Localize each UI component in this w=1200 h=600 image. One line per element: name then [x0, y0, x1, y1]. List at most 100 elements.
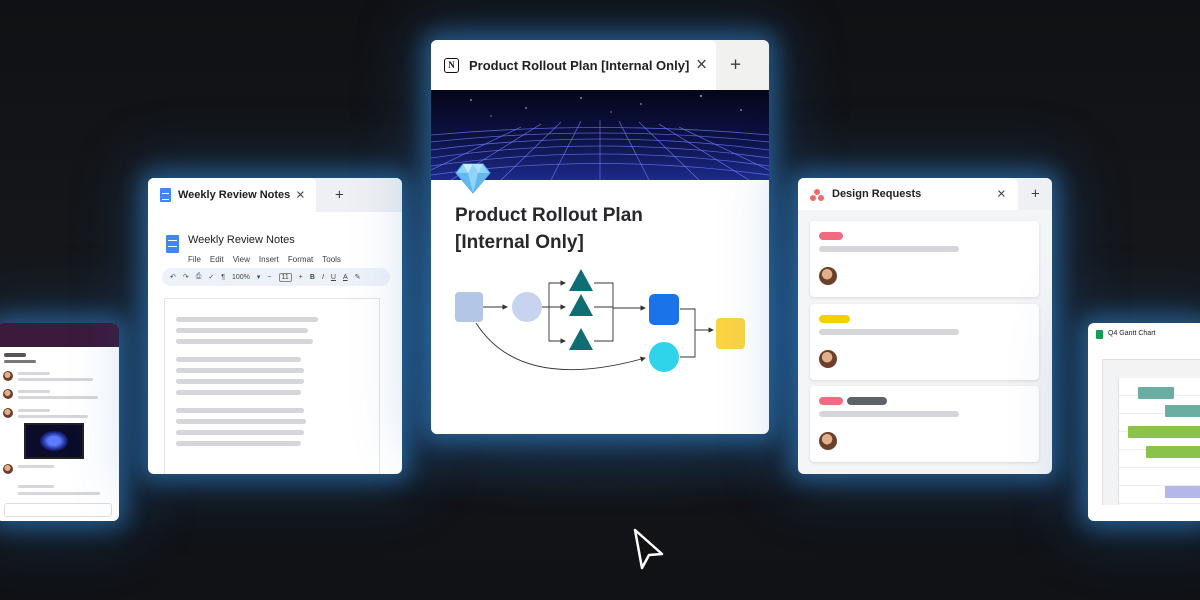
task-title-line	[819, 246, 959, 252]
doc-title[interactable]: Weekly Review Notes	[188, 234, 295, 246]
chat-image-attachment[interactable]	[24, 423, 84, 459]
assignee-avatar	[819, 432, 837, 450]
new-tab-icon[interactable]: +	[730, 56, 741, 75]
google-docs-icon	[160, 188, 171, 202]
page-title[interactable]: Product Rollout Plan [Internal Only]	[455, 202, 695, 256]
text-color-icon[interactable]: A	[343, 274, 348, 281]
flow-cyan-node	[649, 342, 679, 372]
asana-logo-icon	[809, 187, 825, 201]
menu-file[interactable]: File	[188, 255, 201, 264]
flow-end-node	[716, 318, 745, 349]
chat-composer[interactable]	[4, 503, 112, 517]
tag-pill	[819, 397, 843, 405]
flow-blue-node	[649, 294, 679, 325]
chat-channel-title	[4, 353, 26, 357]
new-tab-icon[interactable]: +	[335, 188, 344, 203]
message-line	[18, 409, 50, 412]
menu-insert[interactable]: Insert	[259, 255, 279, 264]
message-line	[18, 485, 54, 488]
text-line	[176, 368, 304, 373]
gantt-window[interactable]: Q4 Gantt Chart	[1088, 323, 1200, 521]
mouse-cursor-icon	[633, 528, 664, 570]
asana-tab-title: Design Requests	[832, 188, 922, 200]
gantt-bar[interactable]	[1128, 426, 1200, 438]
task-title-line	[819, 411, 959, 417]
menu-format[interactable]: Format	[288, 255, 313, 264]
gantt-bar[interactable]	[1165, 486, 1200, 498]
asana-window[interactable]: Design Requests × +	[798, 178, 1052, 474]
image-glow	[40, 431, 68, 451]
chat-channel-subtitle	[4, 360, 36, 363]
notion-window[interactable]: N Product Rollout Plan [Internal Only] ×…	[431, 40, 769, 434]
new-tab-icon[interactable]: +	[1031, 187, 1040, 202]
gantt-col-header	[1103, 360, 1200, 378]
menu-edit[interactable]: Edit	[210, 255, 224, 264]
text-line	[176, 441, 301, 446]
message-line	[18, 378, 93, 381]
doc-window[interactable]: Weekly Review Notes × + Weekly Review No…	[148, 178, 402, 474]
italic-icon[interactable]: I	[322, 274, 324, 281]
gantt-bar[interactable]	[1165, 405, 1200, 417]
doc-page[interactable]	[164, 298, 380, 474]
menu-view[interactable]: View	[233, 255, 250, 264]
flow-process-node	[512, 292, 542, 322]
chevron-down-icon: ▾	[256, 274, 261, 281]
doc-toolbar: ↶ ↷ ⎙ ✓ ¶ 100% ▾ − 11 + B I U A ✎	[162, 268, 390, 286]
doc-tab-title: Weekly Review Notes	[178, 189, 291, 201]
avatar	[3, 408, 13, 418]
paint-format-icon[interactable]: ¶	[221, 274, 225, 281]
message-line	[18, 372, 50, 375]
asana-tab-bar: Design Requests × +	[798, 178, 1052, 210]
close-tab-icon[interactable]: ×	[997, 187, 1006, 202]
print-icon[interactable]: ⎙	[196, 273, 202, 281]
font-size-input[interactable]: 11	[278, 272, 292, 282]
chat-window[interactable]	[0, 323, 119, 521]
message-line	[18, 390, 50, 393]
assignee-avatar	[819, 267, 837, 285]
undo-icon[interactable]: ↶	[170, 273, 176, 281]
close-tab-icon[interactable]: ×	[296, 188, 305, 203]
redo-icon[interactable]: ↷	[183, 273, 189, 281]
doc-menu-bar: File Edit View Insert Format Tools	[188, 249, 350, 267]
chat-header	[0, 323, 119, 347]
spellcheck-icon[interactable]: ✓	[208, 273, 214, 281]
menu-tools[interactable]: Tools	[322, 255, 341, 264]
message-line	[18, 492, 100, 495]
increase-font-icon[interactable]: +	[299, 274, 303, 281]
diamond-page-icon	[455, 163, 491, 194]
gantt-title: Q4 Gantt Chart	[1108, 330, 1156, 337]
tag-pill	[847, 397, 887, 405]
task-card[interactable]	[810, 304, 1039, 380]
avatar	[3, 389, 13, 399]
asana-tab[interactable]: Design Requests ×	[798, 178, 1018, 210]
close-tab-icon[interactable]: ×	[696, 56, 707, 75]
zoom-select[interactable]: 100%	[232, 274, 250, 281]
bold-icon[interactable]: B	[310, 274, 315, 281]
task-card[interactable]	[810, 386, 1039, 462]
gantt-bar[interactable]	[1138, 387, 1174, 399]
doc-tab[interactable]: Weekly Review Notes ×	[148, 178, 316, 212]
avatar	[3, 464, 13, 474]
flowchart-diagram[interactable]	[431, 268, 769, 388]
tag-pill	[819, 315, 850, 323]
highlight-icon[interactable]: ✎	[355, 273, 361, 281]
page-title-line1: Product Rollout Plan	[455, 205, 643, 226]
task-card[interactable]	[810, 221, 1039, 297]
message-line	[18, 465, 54, 468]
text-line	[176, 317, 318, 322]
page-title-line2: [Internal Only]	[455, 232, 584, 253]
task-title-line	[819, 329, 959, 335]
text-line	[176, 357, 301, 362]
google-docs-logo-icon	[166, 235, 179, 253]
decrease-font-icon[interactable]: −	[267, 274, 271, 281]
gantt-bar[interactable]	[1146, 446, 1200, 458]
notion-tab[interactable]: N Product Rollout Plan [Internal Only] ×	[431, 40, 716, 90]
assignee-avatar	[819, 350, 837, 368]
text-line	[176, 408, 304, 413]
underline-icon[interactable]: U	[331, 274, 336, 281]
flow-decision-node-1	[569, 269, 593, 291]
tag-pill	[819, 232, 843, 240]
avatar	[3, 371, 13, 381]
notion-icon: N	[444, 57, 459, 73]
gantt-row-header	[1103, 360, 1119, 505]
